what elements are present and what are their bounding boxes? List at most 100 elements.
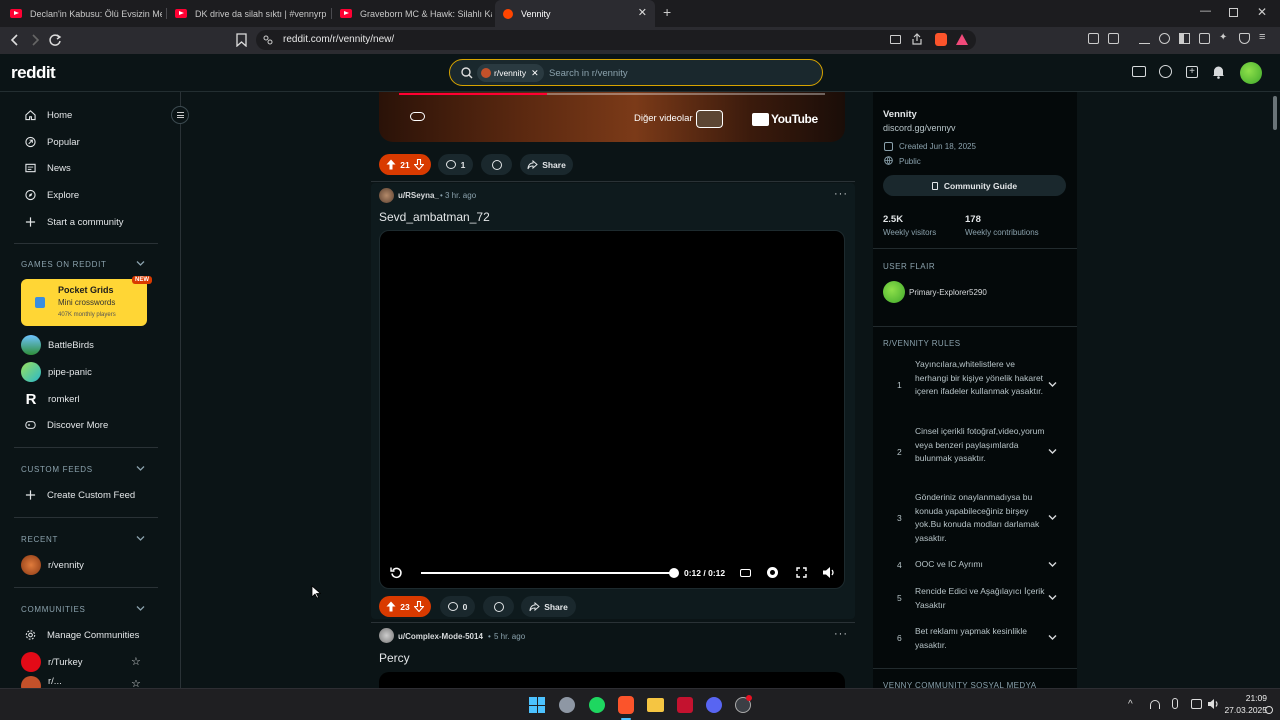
youtube-logo[interactable]: YouTube xyxy=(752,112,818,126)
chevron-down-icon[interactable] xyxy=(1048,448,1057,455)
share-button[interactable]: Share xyxy=(520,154,573,175)
featured-game-card[interactable]: Pocket Grids Mini crosswords 407K monthl… xyxy=(21,276,152,326)
browser-tab[interactable]: DK drive da silah sıktı | #vennyrp #ve xyxy=(167,0,327,27)
chevron-down-icon[interactable] xyxy=(1048,514,1057,521)
app-icon[interactable] xyxy=(677,697,693,713)
award-button[interactable] xyxy=(481,154,512,175)
downloads-icon[interactable] xyxy=(1139,33,1150,44)
rule-text[interactable]: OOC ve IC Ayrımı xyxy=(915,558,1045,572)
sidebar-item-explore[interactable]: Explore xyxy=(14,182,164,208)
app-icon[interactable] xyxy=(559,697,575,713)
search-community-chip[interactable]: r/vennity ✕ xyxy=(477,64,544,82)
show-hidden-icons-icon[interactable]: ^ xyxy=(1128,699,1133,710)
media-icon[interactable] xyxy=(1159,33,1170,44)
sidebar-item-turkey[interactable]: r/Turkey xyxy=(21,649,147,675)
upvote-icon[interactable] xyxy=(386,159,396,170)
advertise-icon[interactable] xyxy=(1132,66,1146,77)
reddit-logo[interactable]: reddit xyxy=(11,63,56,83)
author-avatar[interactable] xyxy=(379,628,394,643)
sidebar-item-recent-vennity[interactable]: r/vennity xyxy=(21,552,171,578)
browser-tab[interactable]: Declan'in Kabusu: Ölü Evsizin Mezarı xyxy=(2,0,162,27)
discord-icon[interactable] xyxy=(706,697,722,713)
brave-browser-icon[interactable] xyxy=(618,696,634,714)
fullscreen-icon[interactable] xyxy=(796,567,807,578)
maximize-icon[interactable] xyxy=(1229,8,1238,17)
search-bar[interactable]: r/vennity ✕ Search in r/vennity xyxy=(449,59,823,86)
downvote-icon[interactable] xyxy=(413,601,424,612)
more-videos-thumbnail[interactable] xyxy=(696,110,723,128)
replay-icon[interactable] xyxy=(390,566,403,579)
close-tab-icon[interactable]: ✕ xyxy=(638,6,647,19)
leo-ai-icon[interactable]: ✦ xyxy=(1219,33,1230,44)
youtube-embed[interactable]: Diğer videolar YouTube xyxy=(379,92,845,142)
brave-shields-icon[interactable] xyxy=(935,33,947,46)
menu-icon[interactable]: ≡ xyxy=(1259,32,1270,44)
post-author[interactable]: u/RSeyna_ xyxy=(398,191,439,200)
spotify-icon[interactable] xyxy=(589,697,605,713)
extensions-icon[interactable] xyxy=(1088,33,1099,44)
chevron-down-icon[interactable] xyxy=(136,605,145,612)
remove-chip-icon[interactable]: ✕ xyxy=(531,68,539,79)
headset-icon[interactable] xyxy=(1150,700,1160,709)
chevron-down-icon[interactable] xyxy=(136,465,145,472)
chevron-down-icon[interactable] xyxy=(1048,634,1057,641)
microphone-icon[interactable] xyxy=(1172,698,1178,709)
sidebar-item-romkerl[interactable]: R romkerl xyxy=(21,386,171,412)
file-explorer-icon[interactable] xyxy=(647,698,664,712)
community-guide-button[interactable]: Community Guide xyxy=(883,175,1066,196)
bookmark-icon[interactable] xyxy=(236,33,247,47)
network-icon[interactable] xyxy=(1191,699,1202,709)
post-options-icon[interactable]: ··· xyxy=(834,628,848,640)
wallet-panel-icon[interactable] xyxy=(1199,33,1210,44)
close-window-icon[interactable]: ✕ xyxy=(1257,5,1267,19)
reload-icon[interactable] xyxy=(48,33,62,47)
windows-start-icon[interactable] xyxy=(529,697,545,713)
settings-gear-icon[interactable] xyxy=(767,567,778,578)
award-button[interactable] xyxy=(483,596,514,617)
clock-date[interactable]: 27.03.2025 xyxy=(1222,705,1267,715)
notifications-icon[interactable] xyxy=(1212,65,1225,79)
user-avatar[interactable] xyxy=(1240,62,1262,84)
post-title[interactable]: Percy xyxy=(379,651,410,665)
post-author[interactable]: u/Complex-Mode-5014 xyxy=(398,632,483,641)
page-scrollbar[interactable] xyxy=(1272,92,1278,688)
rule-text[interactable]: Gönderiniz onaylanmadıysa bu konuda yapa… xyxy=(915,491,1045,545)
speaker-icon[interactable] xyxy=(1207,698,1220,710)
chevron-down-icon[interactable] xyxy=(1048,561,1057,568)
favorite-star-icon[interactable]: ☆ xyxy=(131,680,141,688)
post-options-icon[interactable]: ··· xyxy=(834,188,848,200)
notification-center-icon[interactable] xyxy=(1265,706,1273,714)
more-videos-label[interactable]: Diğer videolar xyxy=(634,113,693,124)
forward-icon[interactable] xyxy=(29,34,41,46)
new-tab-icon[interactable]: + xyxy=(663,4,671,20)
sidebar-item-community[interactable]: r/... xyxy=(21,676,171,688)
rule-text[interactable]: Rencide Edici ve Aşağılayıcı İçerik Yasa… xyxy=(915,585,1045,612)
sidebar-toggle-icon[interactable] xyxy=(1179,33,1190,44)
rule-text[interactable]: Yayıncılara,whitelistlere ve herhangi bi… xyxy=(915,358,1045,399)
sidebar-item-battlebirds[interactable]: BattleBirds xyxy=(21,332,171,358)
address-bar[interactable]: reddit.com/r/vennity/new/ xyxy=(256,30,976,50)
chevron-down-icon[interactable] xyxy=(136,535,145,542)
sidebar-item-news[interactable]: News xyxy=(14,155,164,181)
sidebar-item-popular[interactable]: Popular xyxy=(14,129,164,155)
flair-username[interactable]: Primary-Explorer5290 xyxy=(909,288,987,297)
create-post-icon[interactable]: + xyxy=(1186,66,1198,78)
share-button[interactable]: Share xyxy=(521,596,576,617)
sidebar-item-create-feed[interactable]: Create Custom Feed xyxy=(14,482,164,508)
chevron-down-icon[interactable] xyxy=(136,260,145,267)
collapse-sidebar-button[interactable] xyxy=(171,106,189,124)
chevron-down-icon[interactable] xyxy=(1048,594,1057,601)
minimize-icon[interactable]: — xyxy=(1200,5,1211,17)
video-player[interactable]: 0:12 / 0:12 xyxy=(379,230,845,589)
screen-cast-icon[interactable] xyxy=(890,35,901,44)
link-icon[interactable] xyxy=(410,112,425,121)
sidebar-item-start-community[interactable]: Start a community xyxy=(14,209,164,235)
comments-button[interactable]: 0 xyxy=(440,596,475,617)
sidebar-item-home[interactable]: Home xyxy=(14,102,164,128)
chat-icon[interactable] xyxy=(1159,65,1172,78)
sidebar-item-discover-more[interactable]: Discover More xyxy=(14,412,164,438)
share-page-icon[interactable] xyxy=(911,33,923,45)
vpn-icon[interactable] xyxy=(1239,33,1250,44)
captions-icon[interactable] xyxy=(740,569,751,577)
chevron-down-icon[interactable] xyxy=(1048,381,1057,388)
